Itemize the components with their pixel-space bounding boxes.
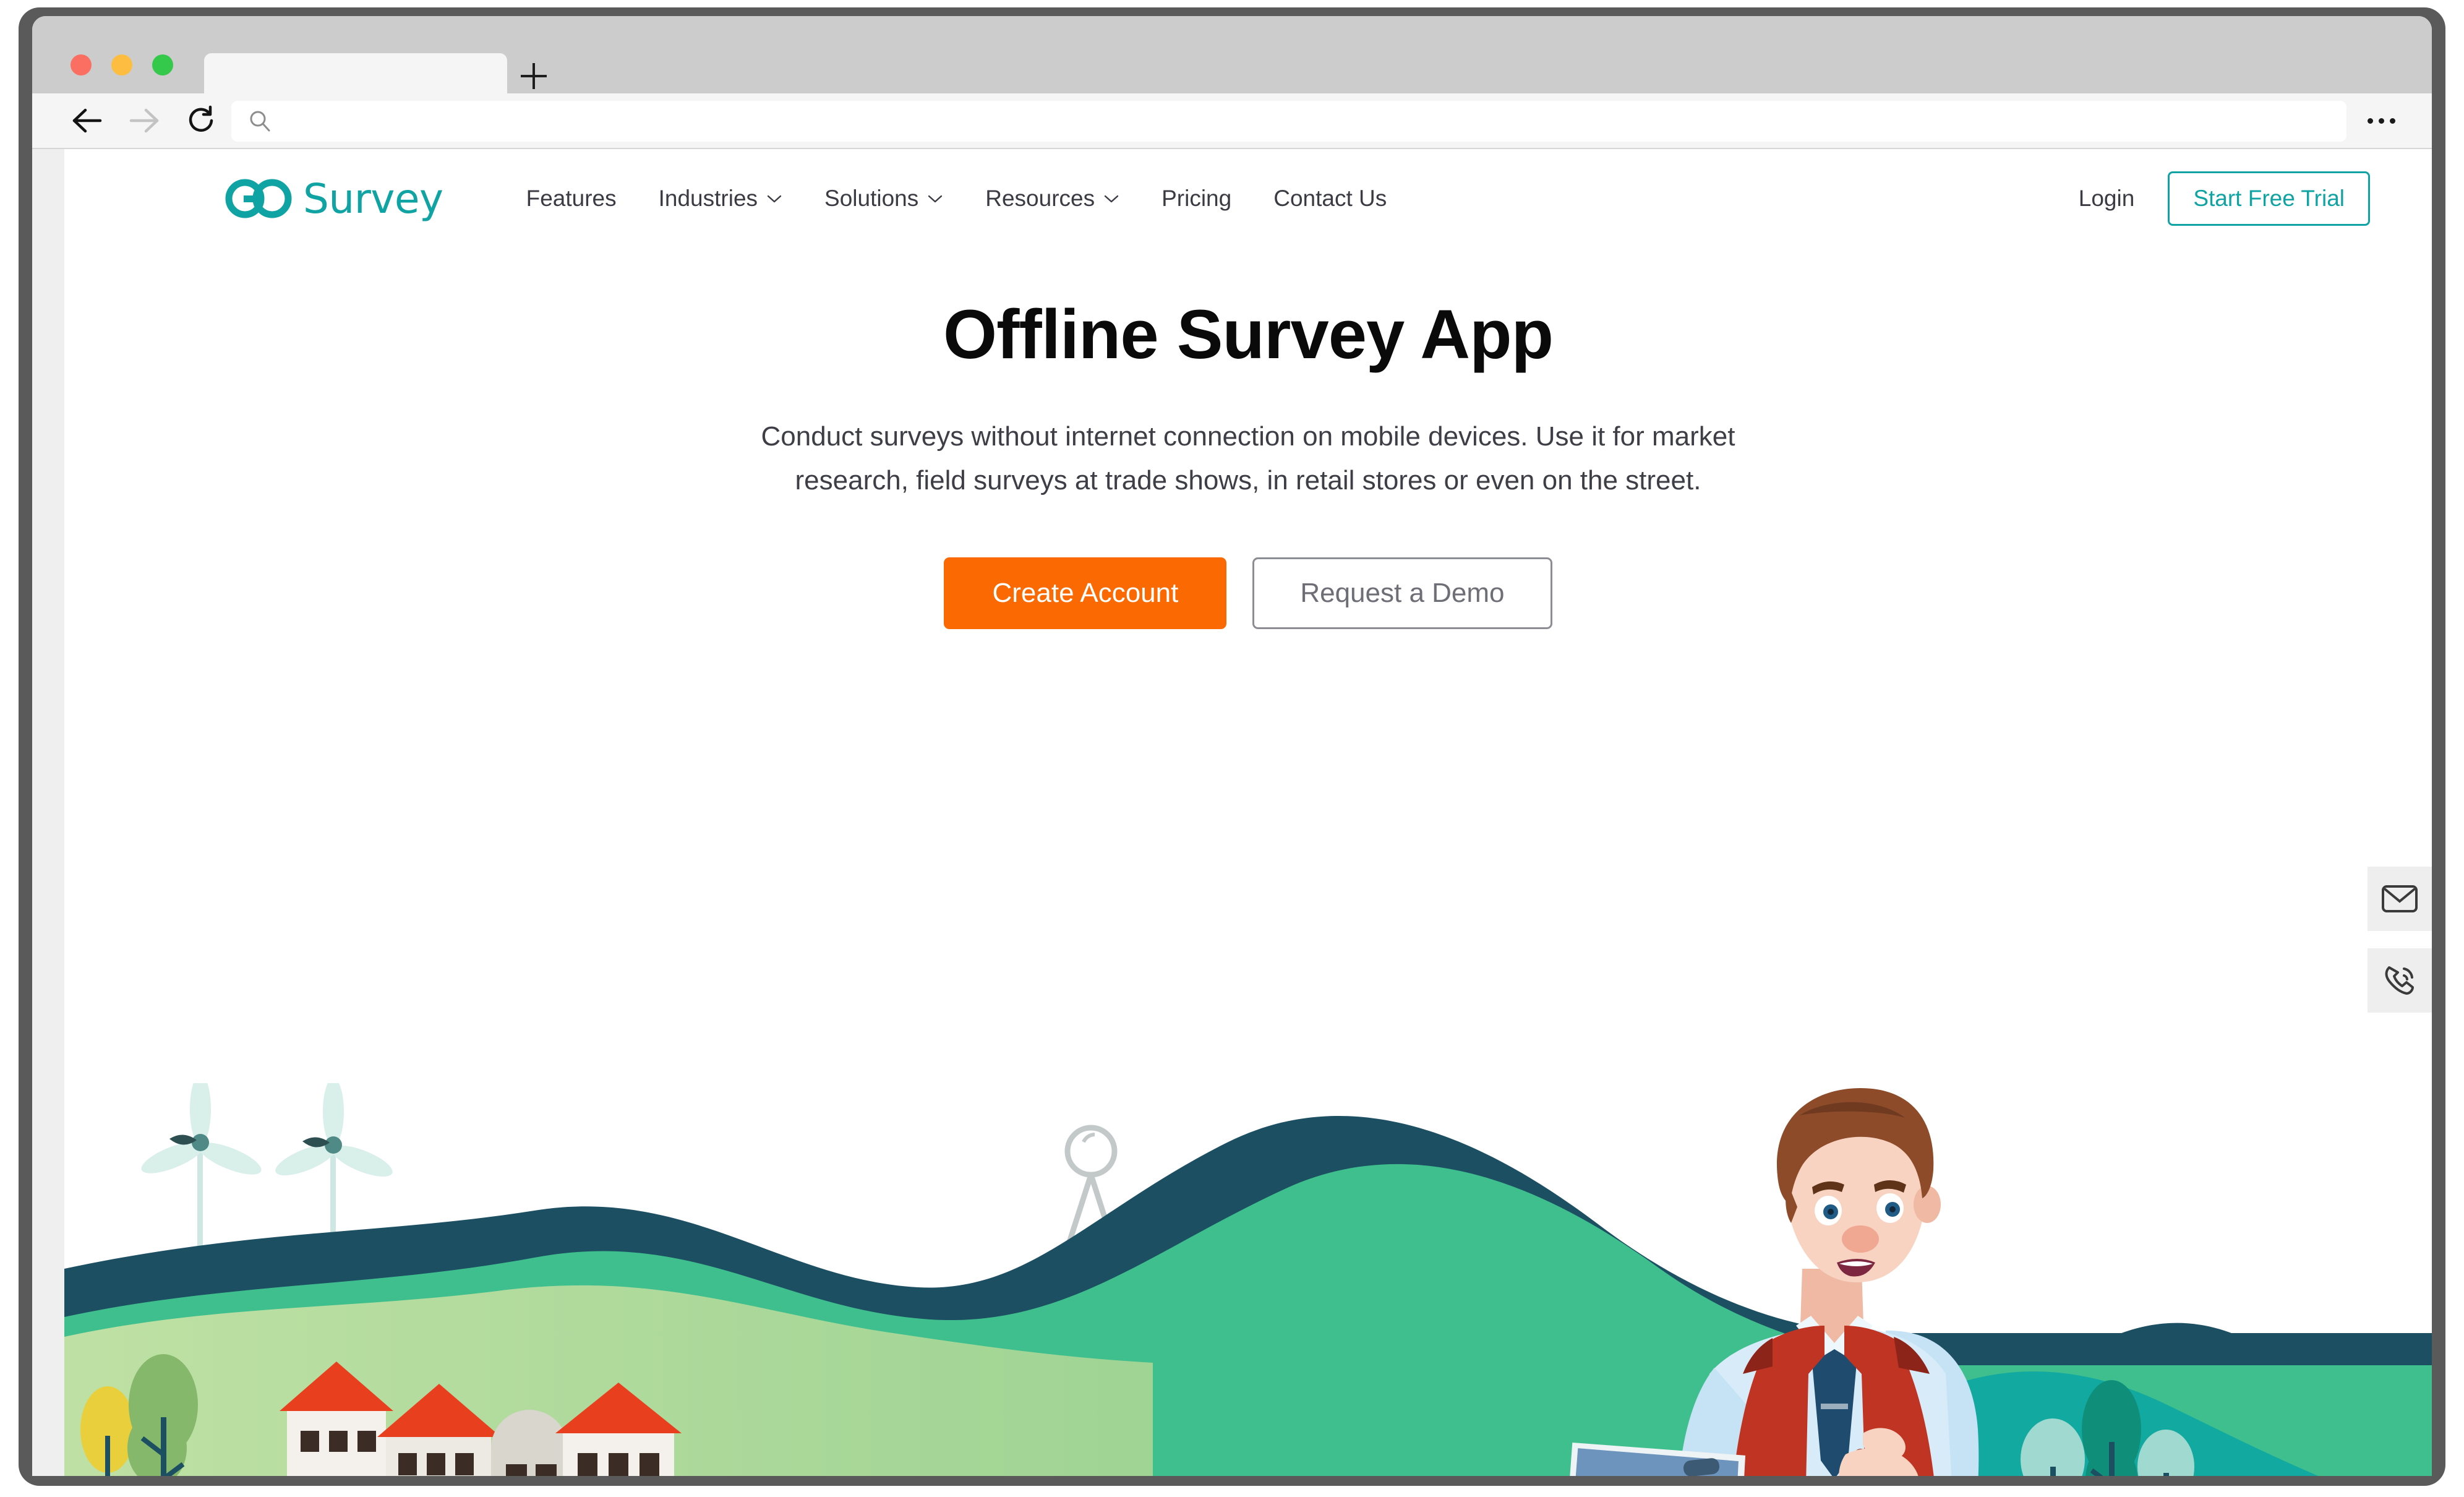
chevron-down-icon <box>928 195 943 203</box>
nav-label: Resources <box>985 186 1095 211</box>
forward-button[interactable] <box>122 99 166 142</box>
back-arrow-icon <box>72 108 102 133</box>
browser-menu-button[interactable] <box>2363 108 2400 133</box>
contact-rail <box>2368 867 2432 1013</box>
phone-icon <box>2385 966 2414 995</box>
nav-item-features[interactable]: Features <box>505 186 638 212</box>
start-free-trial-button[interactable]: Start Free Trial <box>2168 171 2370 226</box>
address-bar[interactable] <box>231 101 2346 142</box>
browser-viewport: Survey Features Industries Solutions Res… <box>32 149 2432 1476</box>
window-traffic-lights <box>71 54 173 75</box>
hero-cta-group: Create Account Request a Demo <box>64 557 2432 629</box>
page-title: Offline Survey App <box>943 296 1554 373</box>
minimize-window-button[interactable] <box>111 54 132 75</box>
phone-contact-button[interactable] <box>2368 948 2432 1013</box>
nav-item-solutions[interactable]: Solutions <box>803 186 964 212</box>
email-contact-button[interactable] <box>2368 867 2432 931</box>
envelope-icon <box>2382 885 2418 912</box>
nav-item-resources[interactable]: Resources <box>964 186 1140 212</box>
maximize-window-button[interactable] <box>152 54 173 75</box>
hero-section: Offline Survey App Conduct surveys witho… <box>64 248 2432 1476</box>
site-logo[interactable]: Survey <box>225 175 443 223</box>
go-rings-logo-icon <box>225 179 292 218</box>
hero-illustration <box>64 1083 2432 1476</box>
nav-label: Industries <box>658 186 758 211</box>
forward-arrow-icon <box>129 108 159 133</box>
nav-item-pricing[interactable]: Pricing <box>1140 186 1252 212</box>
site-header: Survey Features Industries Solutions Res… <box>64 149 2432 248</box>
nav-label: Solutions <box>824 186 919 211</box>
web-page: Survey Features Industries Solutions Res… <box>64 149 2432 1476</box>
header-actions: Login Start Free Trial <box>2079 171 2370 226</box>
landscape-illustration <box>64 1083 2432 1476</box>
nav-label: Contact Us <box>1273 186 1387 211</box>
more-options-icon <box>2378 118 2384 124</box>
new-tab-button[interactable] <box>516 58 552 94</box>
desktop-background: Survey Features Industries Solutions Res… <box>0 0 2464 1497</box>
nav-label: Pricing <box>1161 186 1232 211</box>
logo-wordmark: Survey <box>303 174 443 223</box>
chevron-down-icon <box>1104 195 1119 203</box>
reload-button[interactable] <box>179 99 223 142</box>
browser-window: Survey Features Industries Solutions Res… <box>32 16 2432 1476</box>
reload-icon <box>189 105 213 132</box>
login-link[interactable]: Login <box>2079 186 2135 212</box>
nav-item-contact-us[interactable]: Contact Us <box>1252 186 1408 212</box>
close-window-button[interactable] <box>71 54 92 75</box>
more-options-icon <box>2367 118 2373 124</box>
back-button[interactable] <box>66 99 109 142</box>
browser-tabstrip <box>32 16 2432 95</box>
nav-label: Features <box>526 186 617 211</box>
more-options-icon <box>2389 118 2395 124</box>
search-icon <box>250 111 270 132</box>
browser-tab[interactable] <box>204 53 507 95</box>
browser-toolbar <box>32 93 2432 149</box>
nav-item-industries[interactable]: Industries <box>638 186 803 212</box>
chevron-down-icon <box>767 195 782 203</box>
main-navigation: Features Industries Solutions Resources … <box>505 186 1408 212</box>
plus-icon <box>521 63 547 89</box>
create-account-button[interactable]: Create Account <box>944 557 1227 629</box>
request-demo-button[interactable]: Request a Demo <box>1252 557 1552 629</box>
hero-subtitle: Conduct surveys without internet connect… <box>761 421 1735 496</box>
